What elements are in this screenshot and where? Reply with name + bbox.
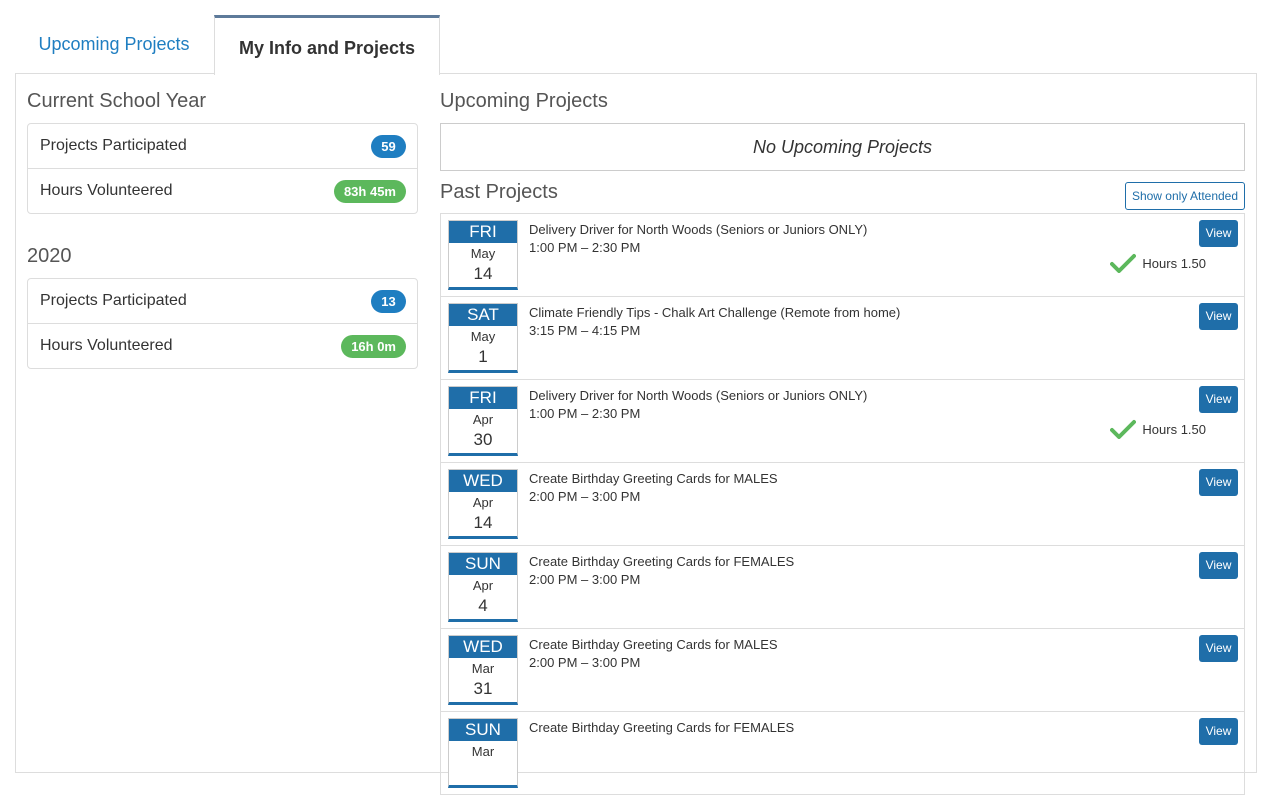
- date-calendar-icon: SUN Mar: [448, 718, 518, 788]
- current-year-title: Current School Year: [27, 90, 207, 112]
- year-2020-title: 2020: [27, 245, 72, 267]
- view-button[interactable]: View: [1199, 718, 1238, 745]
- projects-participated-label: Projects Participated: [40, 137, 187, 154]
- calendar-month: May: [470, 246, 496, 261]
- project-title: Delivery Driver for North Woods (Seniors…: [529, 388, 868, 403]
- hours-volunteered-row: Hours Volunteered 16h 0m: [28, 323, 417, 368]
- project-title: Climate Friendly Tips - Chalk Art Challe…: [529, 305, 901, 320]
- project-title: Create Birthday Greeting Cards for FEMAL…: [529, 720, 795, 735]
- calendar-month: Apr: [472, 578, 494, 593]
- tab-upcoming-projects[interactable]: Upcoming Projects: [15, 15, 213, 74]
- project-title: Delivery Driver for North Woods (Seniors…: [529, 222, 868, 237]
- projects-participated-label: Projects Participated: [40, 292, 187, 309]
- project-time: 2:00 PM – 3:00 PM: [529, 655, 641, 670]
- date-calendar-icon: WED Apr 14: [448, 469, 518, 539]
- project-row: FRI May 14 Delivery Driver for North Woods …: [441, 214, 1244, 297]
- calendar-date: 4: [478, 596, 488, 615]
- upcoming-projects-title: Upcoming Projects: [440, 90, 608, 112]
- view-button[interactable]: View: [1199, 552, 1238, 579]
- calendar-month: Apr: [472, 495, 494, 510]
- past-projects-list: FRI May 14 Delivery Driver for North Woods …: [440, 213, 1245, 795]
- project-title: Create Birthday Greeting Cards for MALES: [529, 637, 778, 652]
- project-row: SAT May 1 Climate Friendly Tips - Chalk Art…: [441, 297, 1244, 380]
- view-button[interactable]: View: [1199, 220, 1238, 247]
- hours-badge: 83h 45m: [333, 180, 406, 203]
- checkmark-icon: [1110, 420, 1137, 439]
- date-calendar-icon: WED Mar 31: [448, 635, 518, 705]
- project-title: Create Birthday Greeting Cards for FEMAL…: [529, 554, 795, 569]
- no-upcoming-projects-message: No Upcoming Projects: [440, 123, 1245, 171]
- projects-participated-row: Projects Participated 13: [28, 279, 417, 323]
- project-time: 1:00 PM – 2:30 PM: [529, 406, 641, 421]
- view-button[interactable]: View: [1199, 635, 1238, 662]
- view-button[interactable]: View: [1199, 469, 1238, 496]
- attended-hours: Hours 1.50: [1110, 419, 1206, 439]
- calendar-date: 14: [473, 264, 493, 283]
- date-calendar-icon: SAT May 1: [448, 303, 518, 373]
- project-title: Create Birthday Greeting Cards for MALES: [529, 471, 778, 486]
- view-button[interactable]: View: [1199, 386, 1238, 413]
- calendar-weekday: FRI: [449, 387, 517, 409]
- project-time: 2:00 PM – 3:00 PM: [529, 489, 641, 504]
- calendar-weekday: SAT: [449, 304, 517, 326]
- project-row: FRI Apr 30 Delivery Driver for North Woods …: [441, 380, 1244, 463]
- year-2020-stats: Projects Participated 13 Hours Volunteer…: [27, 278, 418, 369]
- hours-badge: 16h 0m: [341, 335, 406, 358]
- calendar-month: Apr: [472, 412, 494, 427]
- date-calendar-icon: SUN Apr 4: [448, 552, 518, 622]
- calendar-weekday: WED: [449, 636, 517, 658]
- project-time: 3:15 PM – 4:15 PM: [529, 323, 641, 338]
- calendar-date: 30: [473, 430, 493, 449]
- past-projects-title: Past Projects: [440, 181, 558, 203]
- tab-my-info-and-projects[interactable]: My Info and Projects: [214, 15, 440, 75]
- show-only-attended-button[interactable]: Show only Attended: [1125, 182, 1245, 210]
- current-year-stats: Projects Participated 59 Hours Volunteer…: [27, 123, 418, 214]
- project-row: WED Apr 14 Create Birthday Greeting Cards f…: [441, 463, 1244, 546]
- attended-hours: Hours 1.50: [1110, 253, 1206, 273]
- hours-value: Hours 1.50: [1142, 255, 1206, 271]
- project-time: 2:00 PM – 3:00 PM: [529, 572, 641, 587]
- calendar-weekday: SUN: [449, 719, 517, 741]
- hours-volunteered-label: Hours Volunteered: [40, 182, 173, 199]
- project-row: SUN Apr 4 Create Birthday Greeting Cards fo…: [441, 546, 1244, 629]
- checkmark-icon: [1110, 254, 1137, 273]
- project-row: SUN Mar Create Birthday Greeting Cards for…: [441, 712, 1244, 795]
- hours-volunteered-label: Hours Volunteered: [40, 337, 173, 354]
- project-time: 1:00 PM – 2:30 PM: [529, 240, 641, 255]
- hours-value: Hours 1.50: [1142, 421, 1206, 437]
- hours-volunteered-row: Hours Volunteered 83h 45m: [28, 168, 417, 213]
- projects-count-badge: 13: [371, 290, 406, 313]
- date-calendar-icon: FRI Apr 30: [448, 386, 518, 456]
- view-button[interactable]: View: [1199, 303, 1238, 330]
- date-calendar-icon: FRI May 14: [448, 220, 518, 290]
- calendar-month: May: [470, 329, 496, 344]
- projects-count-badge: 59: [371, 135, 406, 158]
- calendar-month: Mar: [471, 661, 495, 676]
- calendar-date: 1: [478, 347, 488, 366]
- projects-participated-row: Projects Participated 59: [28, 124, 417, 168]
- calendar-weekday: FRI: [449, 221, 517, 243]
- calendar-date: 31: [473, 679, 493, 698]
- tab-bar: Upcoming Projects My Info and Projects: [15, 15, 1257, 75]
- calendar-month: Mar: [471, 744, 495, 759]
- project-row: WED Mar 31 Create Birthday Greeting Cards f…: [441, 629, 1244, 712]
- calendar-weekday: SUN: [449, 553, 517, 575]
- calendar-date: 14: [473, 513, 493, 532]
- calendar-weekday: WED: [449, 470, 517, 492]
